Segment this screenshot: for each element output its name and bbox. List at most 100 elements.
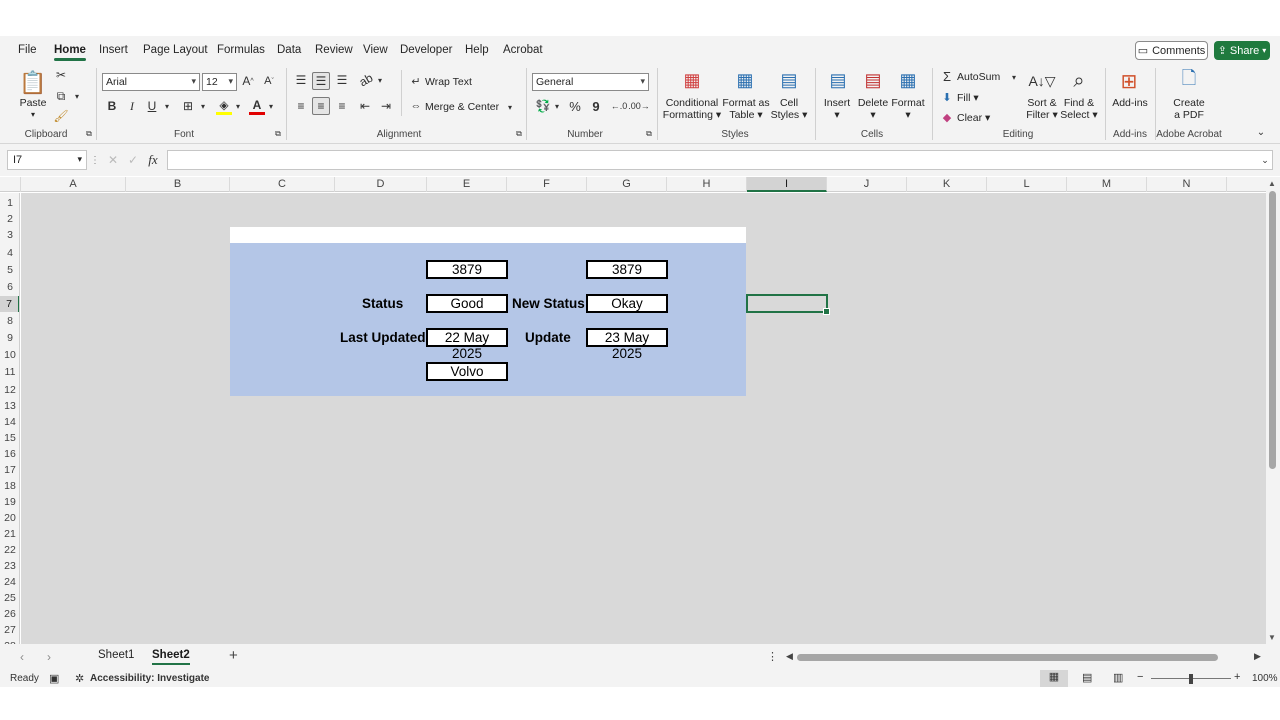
align-right-icon[interactable]: ≡ xyxy=(334,98,350,114)
row-header-selected[interactable]: 7 xyxy=(0,296,19,312)
tab-view[interactable]: View xyxy=(363,44,388,56)
chevron-down-icon[interactable]: ▾ xyxy=(162,100,172,112)
underline-button[interactable]: U xyxy=(145,98,159,114)
column-header[interactable]: M xyxy=(1067,177,1147,192)
scroll-up-icon[interactable]: ▲ xyxy=(1268,179,1276,188)
sort-filter-button[interactable]: Sort & Filter ▾ xyxy=(1024,97,1060,121)
decrease-font-size-icon[interactable]: Aˇ xyxy=(262,73,276,89)
comments-button[interactable]: ▭ Comments xyxy=(1135,41,1208,60)
create-pdf-button[interactable]: Create a PDF xyxy=(1168,97,1210,121)
bold-button[interactable]: B xyxy=(105,98,119,114)
align-middle-icon[interactable]: ☰ xyxy=(312,72,330,90)
fill-color-icon[interactable]: ◈ xyxy=(216,97,232,115)
number-format-select[interactable]: General ▾ xyxy=(532,73,649,91)
column-header[interactable]: G xyxy=(587,177,667,192)
tab-review[interactable]: Review xyxy=(315,44,353,56)
create-pdf-icon[interactable]: 🗋 xyxy=(1177,68,1201,93)
more-options-icon[interactable]: ⋮ xyxy=(767,650,778,663)
row-header[interactable]: 23 xyxy=(0,558,19,574)
add-ins-button[interactable]: Add-ins xyxy=(1110,97,1150,109)
row-header[interactable]: 5 xyxy=(0,262,19,278)
column-header[interactable]: K xyxy=(907,177,987,192)
tab-formulas[interactable]: Formulas xyxy=(217,44,265,56)
column-header[interactable]: E xyxy=(427,177,507,192)
cell-g5[interactable]: 3879 xyxy=(586,260,668,279)
chevron-down-icon[interactable]: ▾ xyxy=(266,100,276,112)
scroll-down-icon[interactable]: ▼ xyxy=(1268,633,1276,642)
cell-styles-icon[interactable]: ▤ xyxy=(777,69,801,91)
insert-cells-icon[interactable]: ▤ xyxy=(825,69,851,91)
column-header[interactable]: C xyxy=(230,177,335,192)
wrap-text-button[interactable]: Wrap Text xyxy=(425,76,472,88)
dialog-launcher-icon[interactable]: ⧉ xyxy=(645,129,653,139)
chevron-down-icon[interactable]: ▾ xyxy=(1009,71,1019,83)
increase-indent-icon[interactable]: ⇥ xyxy=(378,98,394,114)
decrease-decimal-icon[interactable]: .00→ xyxy=(628,98,650,114)
find-select-button[interactable]: Find & Select ▾ xyxy=(1060,97,1098,121)
increase-font-size-icon[interactable]: A ^ xyxy=(241,73,255,89)
name-box[interactable]: I7 ▾ xyxy=(7,150,87,170)
chevron-down-icon[interactable]: ▾ xyxy=(375,74,385,86)
row-header[interactable]: 10 xyxy=(0,347,19,363)
vertical-scroll-thumb[interactable] xyxy=(1269,191,1276,469)
cell-e5[interactable]: 3879 xyxy=(426,260,508,279)
sheet-tab-sheet2[interactable]: Sheet2 xyxy=(152,649,190,665)
chevron-down-icon[interactable]: ▾ xyxy=(28,109,38,121)
dialog-launcher-icon[interactable]: ⧉ xyxy=(515,129,523,139)
scroll-right-icon[interactable]: ▶ xyxy=(1254,651,1261,662)
row-header[interactable]: 8 xyxy=(0,313,19,329)
page-layout-view-icon[interactable]: ▤ xyxy=(1082,671,1092,684)
row-header[interactable]: 1 xyxy=(0,195,19,211)
row-header[interactable]: 20 xyxy=(0,510,19,526)
row-header[interactable]: 11 xyxy=(0,364,19,380)
tab-developer[interactable]: Developer xyxy=(400,44,452,56)
active-cell-i7[interactable] xyxy=(746,294,830,315)
format-painter-icon[interactable]: 🖌 xyxy=(53,109,68,123)
fill-icon[interactable]: ⬇ xyxy=(940,90,954,104)
insert-function-button[interactable]: fx xyxy=(145,152,161,168)
row-header[interactable]: 9 xyxy=(0,330,19,346)
add-ins-icon[interactable]: ⊞ xyxy=(1117,69,1141,93)
zoom-in-icon[interactable]: + xyxy=(1234,671,1240,683)
decrease-indent-icon[interactable]: ⇤ xyxy=(357,98,373,114)
enter-icon[interactable]: ✓ xyxy=(126,153,140,167)
worksheet-grid[interactable]: 3879 3879 Status Good New Status Okay La… xyxy=(21,193,1266,644)
chevron-down-icon[interactable]: ▾ xyxy=(505,101,515,113)
row-header[interactable]: 27 xyxy=(0,622,19,638)
zoom-out-icon[interactable]: − xyxy=(1137,671,1143,683)
row-header[interactable]: 3 xyxy=(0,227,19,243)
row-header[interactable]: 2 xyxy=(0,211,19,227)
font-size-select[interactable]: 12 ▾ xyxy=(202,73,237,91)
chevron-down-icon[interactable]: ⌄ xyxy=(1260,154,1270,166)
accessibility-icon[interactable]: ✲ xyxy=(75,672,84,685)
column-header[interactable]: J xyxy=(827,177,907,192)
add-sheet-button[interactable]: + xyxy=(229,647,238,664)
format-as-table-icon[interactable]: ▦ xyxy=(733,69,757,91)
fill-button[interactable]: Fill ▾ xyxy=(957,92,979,104)
page-break-view-icon[interactable]: ▥ xyxy=(1113,671,1123,684)
column-header[interactable]: H xyxy=(667,177,747,192)
row-header[interactable]: 18 xyxy=(0,478,19,494)
format-as-table-button[interactable]: Format as Table ▾ xyxy=(722,97,770,121)
tab-page-layout[interactable]: Page Layout xyxy=(143,44,208,56)
conditional-formatting-button[interactable]: Conditional Formatting ▾ xyxy=(662,97,722,121)
row-header[interactable]: 21 xyxy=(0,526,19,542)
row-header[interactable]: 26 xyxy=(0,606,19,622)
column-header[interactable]: A xyxy=(21,177,126,192)
percent-style-button[interactable]: % xyxy=(567,98,583,114)
dialog-launcher-icon[interactable]: ⧉ xyxy=(274,129,282,139)
tab-home[interactable]: Home xyxy=(54,44,86,61)
comma-style-button[interactable]: 9 xyxy=(589,98,603,114)
row-header[interactable]: 4 xyxy=(0,245,19,261)
row-header[interactable]: 16 xyxy=(0,446,19,462)
align-top-icon[interactable]: ☰ xyxy=(293,72,309,88)
vertical-scrollbar[interactable]: ▲ ▼ xyxy=(1266,177,1280,644)
normal-view-icon[interactable]: ▦ xyxy=(1040,670,1068,687)
align-bottom-icon[interactable]: ☰ xyxy=(334,72,350,88)
clear-button[interactable]: Clear ▾ xyxy=(957,112,990,124)
row-header[interactable]: 12 xyxy=(0,382,19,398)
merge-center-button[interactable]: Merge & Center xyxy=(425,101,499,113)
column-header[interactable]: L xyxy=(987,177,1067,192)
select-all-corner[interactable] xyxy=(0,177,21,192)
delete-cells-button[interactable]: Delete ▾ xyxy=(857,97,889,121)
